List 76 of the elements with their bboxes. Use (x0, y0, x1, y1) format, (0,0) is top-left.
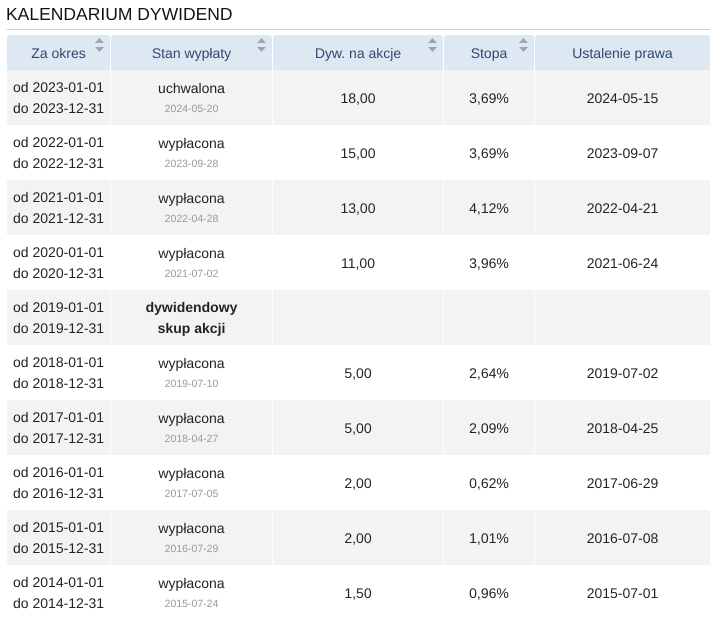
table-cell: 2021-06-24 (586, 254, 658, 270)
column-header[interactable]: Dyw. na akcje (273, 35, 443, 70)
payout-status: wypłacona (157, 244, 226, 263)
status-date: 2016-07-29 (164, 542, 220, 557)
status-date: 2018-04-27 (164, 432, 220, 447)
table-cell: 3,69% (469, 90, 509, 106)
table-cell: 3,96% (469, 254, 509, 270)
period-end: do 2023-12-31 (13, 98, 106, 118)
sort-icon[interactable] (95, 38, 104, 52)
status-date: 2023-09-28 (164, 157, 220, 172)
period-end: do 2019-12-31 (13, 318, 106, 338)
table-cell: 4,12% (469, 200, 509, 216)
period-start: od 2015-01-01 (13, 518, 106, 536)
sort-icon[interactable] (428, 38, 437, 52)
status-date: 2015-07-24 (164, 597, 220, 612)
section-title: KALENDARIUM DYWIDEND (6, 4, 233, 25)
period-start: od 2014-01-01 (13, 572, 106, 592)
period-start: od 2016-01-01 (13, 462, 106, 482)
payout-status: wypłacona (157, 134, 226, 153)
status-date: 2019-07-10 (164, 377, 220, 392)
table-cell: 2,00 (344, 530, 372, 546)
period-start: od 2020-01-01 (13, 242, 106, 262)
column-header[interactable]: Stopa (444, 35, 534, 70)
payout-status: wypłacona (157, 464, 226, 483)
sort-icon[interactable] (257, 38, 266, 52)
period-end: do 2020-12-31 (13, 264, 106, 282)
payout-status: wypłacona (157, 409, 226, 428)
table-cell: 5,00 (344, 364, 372, 380)
table-cell: 2,00 (344, 474, 372, 490)
table-cell: 3,69% (469, 144, 509, 160)
period-end: do 2022-12-31 (13, 154, 106, 172)
table-cell: 0,96% (469, 584, 509, 600)
payout-status: wypłacona (157, 519, 226, 538)
table-cell: 5,00 (344, 420, 372, 436)
period-end: do 2021-12-31 (13, 208, 106, 228)
payout-status: wypłacona (157, 354, 226, 373)
payout-status: uchwalona (157, 79, 226, 98)
table-cell: 13,00 (340, 200, 376, 216)
column-header[interactable]: Za okres (7, 35, 110, 70)
table-cell: 2,64% (469, 364, 509, 380)
table-cell: 2016-07-08 (586, 530, 658, 546)
status-date: 2017-07-05 (164, 487, 220, 502)
column-header: Ustalenie prawa (535, 35, 710, 70)
period-start: od 2022-01-01 (13, 132, 106, 152)
period-start: od 2017-01-01 (13, 408, 106, 426)
period-start: od 2018-01-01 (13, 352, 106, 372)
payout-status: dywidendowy skup akcji (144, 298, 238, 338)
table-cell: 2019-07-02 (586, 364, 658, 380)
table-cell: 2024-05-15 (586, 90, 658, 106)
status-date: 2021-07-02 (164, 267, 220, 282)
status-date: 2022-04-28 (164, 212, 220, 227)
period-start: od 2023-01-01 (13, 78, 106, 96)
table-cell: 2022-04-21 (586, 200, 658, 216)
table-cell: 0,62% (469, 474, 509, 490)
table-cell: 2015-07-01 (586, 584, 658, 600)
payout-status: wypłacona (157, 189, 226, 208)
table-cell: 2023-09-07 (586, 144, 658, 160)
table-cell: 2,09% (469, 420, 509, 436)
status-date: 2024-05-20 (164, 102, 220, 117)
table-cell: 18,00 (340, 90, 376, 106)
table-cell: 1,01% (469, 530, 509, 546)
table-cell: 1,50 (344, 584, 372, 600)
period-end: do 2015-12-31 (13, 538, 106, 558)
table-cell: 2018-04-25 (586, 420, 658, 436)
table-cell: 2017-06-29 (586, 474, 658, 490)
period-start: od 2019-01-01 (13, 298, 106, 316)
table-cell: 15,00 (340, 144, 376, 160)
sort-icon[interactable] (519, 38, 528, 52)
period-start: od 2021-01-01 (13, 188, 106, 206)
period-end: do 2014-12-31 (13, 594, 106, 612)
payout-status: wypłacona (157, 574, 226, 593)
column-header[interactable]: Stan wypłaty (111, 35, 272, 70)
period-end: do 2016-12-31 (13, 484, 106, 502)
period-end: do 2018-12-31 (13, 374, 106, 392)
table-cell: 11,00 (341, 254, 375, 270)
period-end: do 2017-12-31 (13, 428, 106, 448)
